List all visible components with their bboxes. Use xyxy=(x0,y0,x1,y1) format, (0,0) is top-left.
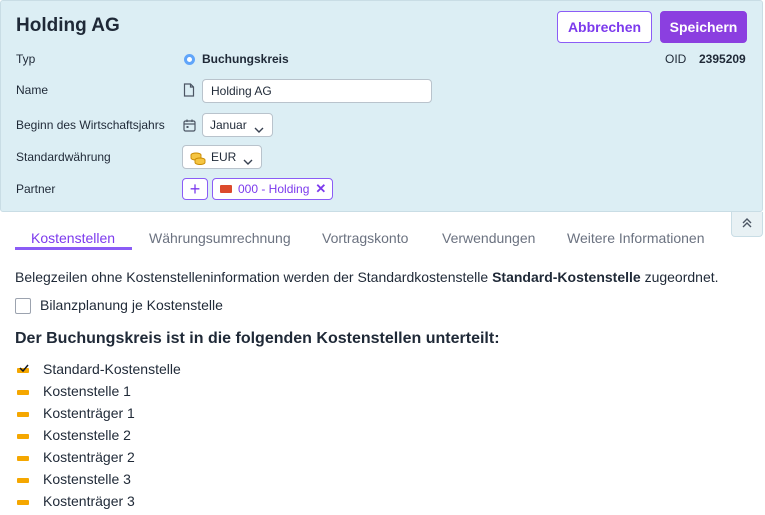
calendar-icon xyxy=(182,117,196,133)
tab-vortragskonto[interactable]: Vortragskonto xyxy=(322,230,408,246)
cost-center-icon xyxy=(17,478,29,483)
tab-weitere-informationen[interactable]: Weitere Informationen xyxy=(567,230,704,246)
cost-center-icon xyxy=(17,456,29,461)
info-text-default: Standard-Kostenstelle xyxy=(492,269,641,285)
document-icon xyxy=(182,82,196,98)
cost-center-label: Kostenträger 1 xyxy=(43,405,135,421)
tab-kostenstellen[interactable]: Kostenstellen xyxy=(31,230,115,246)
cost-center-icon xyxy=(17,434,29,439)
chevron-down-icon xyxy=(254,122,264,136)
cost-center-item[interactable]: Kostenträger 1 xyxy=(15,404,315,424)
cost-center-item[interactable]: Kostenträger 3 xyxy=(15,492,315,512)
fiscal-year-value: Januar xyxy=(210,118,247,132)
active-tab-indicator xyxy=(15,247,132,250)
section-heading: Der Buchungskreis ist in die folgenden K… xyxy=(15,330,500,347)
tab-verwendungen[interactable]: Verwendungen xyxy=(442,230,535,246)
fiscal-year-label: Beginn des Wirtschaftsjahrs xyxy=(16,118,165,132)
name-input[interactable]: Holding AG xyxy=(202,79,432,103)
add-partner-button[interactable]: + xyxy=(182,178,208,200)
partner-chip-label: 000 - Holding xyxy=(238,182,310,196)
page-title: Holding AG xyxy=(16,15,120,36)
partner-chip[interactable]: 000 - Holding ✕ xyxy=(212,178,333,200)
name-input-value: Holding AG xyxy=(211,84,272,98)
cost-center-label: Kostenstelle 1 xyxy=(43,383,131,399)
cost-center-item[interactable]: Standard-Kostenstelle xyxy=(15,360,315,380)
bilanzplanung-checkbox[interactable] xyxy=(15,298,31,314)
save-button[interactable]: Speichern xyxy=(660,11,747,43)
cost-center-label: Kostenstelle 3 xyxy=(43,471,131,487)
tab-waehrungsumrechnung[interactable]: Währungsumrechnung xyxy=(149,230,291,246)
bilanzplanung-label: Bilanzplanung je Kostenstelle xyxy=(40,297,223,313)
cost-center-icon xyxy=(17,500,29,505)
cost-center-item[interactable]: Kostenträger 2 xyxy=(15,448,315,468)
cost-center-label: Kostenstelle 2 xyxy=(43,427,131,443)
double-chevron-up-icon xyxy=(741,217,753,232)
cost-center-item[interactable]: Kostenstelle 3 xyxy=(15,470,315,490)
currency-label: Standardwährung xyxy=(16,150,111,164)
collapse-header-button[interactable] xyxy=(731,212,763,237)
cost-center-item[interactable]: Kostenstelle 2 xyxy=(15,426,315,446)
type-label: Typ xyxy=(16,52,36,66)
info-text-suffix: zugeordnet. xyxy=(640,269,719,285)
cost-center-icon xyxy=(17,412,29,417)
info-text-prefix: Belegzeilen ohne Kostenstelleninformatio… xyxy=(15,269,493,285)
radio-icon xyxy=(184,54,195,65)
cost-center-item[interactable]: Kostenstelle 1 xyxy=(15,382,315,402)
coins-icon xyxy=(190,151,206,165)
name-label: Name xyxy=(16,83,49,97)
partner-label: Partner xyxy=(16,182,56,196)
cost-center-icon xyxy=(17,390,29,395)
cancel-button[interactable]: Abbrechen xyxy=(557,11,652,43)
check-icon xyxy=(19,360,29,375)
info-text: Belegzeilen ohne Kostenstelleninformatio… xyxy=(15,269,719,285)
cost-center-label: Kostenträger 3 xyxy=(43,493,135,509)
type-value: Buchungskreis xyxy=(202,52,289,66)
currency-select[interactable]: EUR xyxy=(182,145,262,169)
chevron-down-icon xyxy=(243,154,253,168)
remove-partner-icon[interactable]: ✕ xyxy=(315,181,326,197)
oid-value: 2395209 xyxy=(699,52,746,66)
header-panel: Holding AG Abbrechen Speichern Typ Buchu… xyxy=(0,0,763,212)
currency-value: EUR xyxy=(211,150,237,164)
fiscal-year-select[interactable]: Januar xyxy=(202,113,273,137)
oid-label: OID xyxy=(665,52,687,66)
flag-icon xyxy=(220,185,232,193)
cost-center-label: Standard-Kostenstelle xyxy=(43,361,181,377)
cost-center-label: Kostenträger 2 xyxy=(43,449,135,465)
